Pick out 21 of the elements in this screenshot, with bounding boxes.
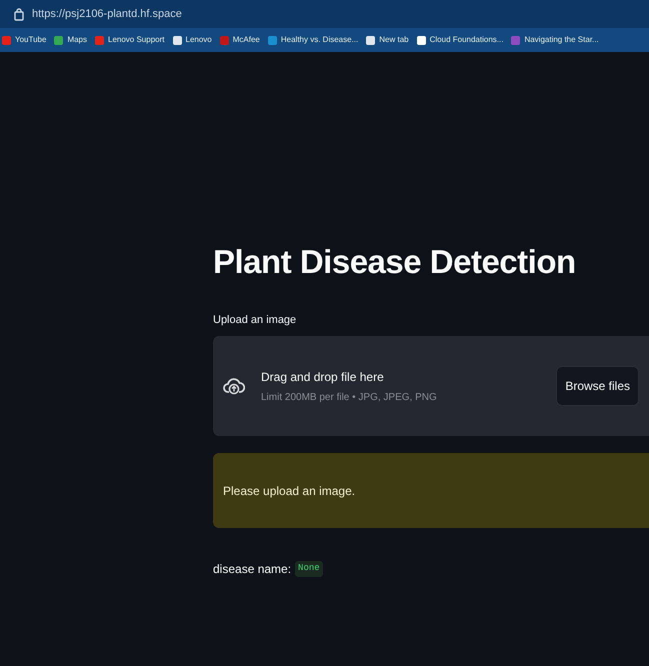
result-value: None [295,561,323,577]
bookmark-link[interactable]: Cloud Foundations... [416,34,504,46]
address-bar[interactable]: https://psj2106-plantd.hf.space [0,0,649,28]
bookmark-link[interactable]: McAfee [220,34,260,46]
uploader-label: Upload an image [213,312,298,328]
bookmark-link[interactable]: YouTube [2,34,46,46]
bookmark-link[interactable]: Healthy vs. Disease... [268,34,358,46]
url-text: https://psj2106-plantd.hf.space [32,6,182,22]
bookmark-link[interactable]: Navigating the Star... [511,34,599,46]
browse-files-button[interactable]: Browse files [556,366,639,406]
file-dropzone[interactable]: Drag and drop file here Limit 200MB per file • JPG, JPEG, PNG Browse files [213,336,649,436]
bookmark-link[interactable]: Lenovo Support [95,34,164,46]
file-limit-text: Limit 200MB per file • JPG, JPEG, PNG [261,390,438,405]
cloud-upload-icon [223,376,245,396]
bookmark-link[interactable]: New tab [366,34,409,46]
drop-instruction: Drag and drop file here [261,368,385,386]
bookmark-link[interactable]: Maps [54,34,87,46]
bookmark-link[interactable]: Lenovo [172,34,212,46]
page-title: Plant Disease Detection [213,242,577,282]
warning-alert: Please upload an image. [213,453,649,528]
result-label: disease name: [213,561,292,578]
